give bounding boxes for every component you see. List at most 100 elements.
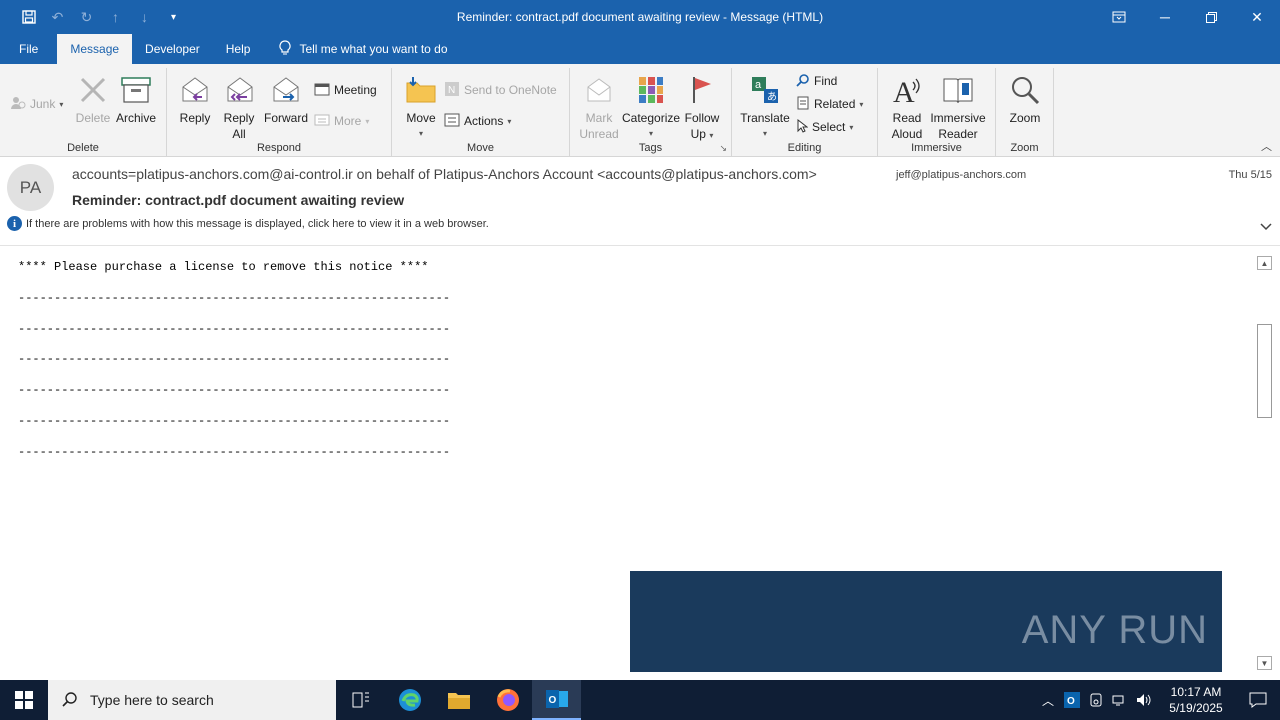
minimize-button[interactable]: ─ [1142, 0, 1188, 34]
title-bar: ↶ ↻ ↑ ↓ ▾ Reminder: contract.pdf documen… [0, 0, 1280, 34]
follow-up-button[interactable]: Follow Up ▾ [682, 70, 722, 144]
taskbar-search[interactable]: Type here to search [48, 680, 336, 720]
categorize-button[interactable]: Categorize ▾ [622, 70, 680, 142]
message-header: PA accounts=platipus-anchors.com@ai-cont… [0, 157, 1280, 246]
customize-qat-icon[interactable]: ▾ [159, 0, 188, 34]
redo-icon[interactable]: ↻ [72, 0, 101, 34]
zoom-icon [1002, 70, 1048, 110]
edge-browser-icon[interactable] [385, 680, 434, 720]
group-tags: Mark Unread Categorize ▾ Follow Up ▾ Tag… [570, 68, 732, 156]
svg-text:N: N [448, 85, 455, 96]
separator-line: ----------------------------------------… [18, 444, 451, 459]
find-button[interactable]: Find [796, 71, 837, 91]
task-view-icon[interactable] [336, 680, 385, 720]
archive-button[interactable]: Archive [114, 70, 158, 126]
tell-me-label: Tell me what you want to do [299, 42, 448, 56]
actions-icon [444, 113, 460, 130]
tab-message[interactable]: Message [57, 34, 133, 64]
group-label-immersive: Immersive [911, 142, 962, 154]
svg-text:あ: あ [767, 91, 777, 103]
sender[interactable]: accounts=platipus-anchors.com@ai-control… [72, 166, 817, 182]
collapse-ribbon-icon[interactable]: ︿ [1261, 138, 1272, 154]
tab-file[interactable]: File [0, 34, 57, 64]
undo-icon[interactable]: ↶ [43, 0, 72, 34]
svg-text:A: A [893, 76, 915, 106]
separator-line: ----------------------------------------… [18, 383, 451, 398]
categorize-icon [622, 70, 680, 110]
firefox-icon[interactable] [483, 680, 532, 720]
close-button[interactable]: ✕ [1234, 0, 1280, 34]
info-bar[interactable]: i If there are problems with how this me… [7, 216, 489, 231]
tags-dialog-launcher-icon[interactable]: ↘ [719, 143, 727, 154]
scroll-down-icon[interactable]: ▼ [1257, 656, 1272, 670]
previous-item-icon[interactable]: ↑ [101, 0, 130, 34]
message-subject: Reminder: contract.pdf document awaiting… [72, 192, 405, 208]
send-to-onenote-button[interactable]: N Send to OneNote [444, 80, 557, 100]
save-icon[interactable] [14, 0, 43, 34]
zoom-button[interactable]: Zoom [1002, 70, 1048, 126]
tell-me-search[interactable]: Tell me what you want to do [263, 34, 448, 64]
info-icon: i [7, 216, 22, 231]
show-hidden-icons-icon[interactable]: ︿ [1036, 680, 1060, 720]
avatar[interactable]: PA [7, 164, 54, 211]
next-item-icon[interactable]: ↓ [130, 0, 159, 34]
reply-all-button[interactable]: Reply All [219, 70, 259, 142]
search-placeholder: Type here to search [90, 692, 214, 708]
clock-date: 5/19/2025 [1169, 701, 1223, 715]
group-label-tags: Tags [638, 142, 663, 154]
outlook-taskbar-icon[interactable]: O [532, 680, 581, 720]
system-tray: ︿ O 10:17 AM 5/19/2025 [1036, 680, 1280, 720]
immersive-reader-button[interactable]: Immersive Reader [928, 70, 988, 142]
ribbon-tabs: File Message Developer Help Tell me what… [0, 34, 1280, 64]
scroll-thumb[interactable] [1257, 324, 1272, 418]
message-body: **** Please purchase a license to remove… [0, 246, 1256, 672]
group-label-move: Move [467, 142, 494, 154]
junk-button[interactable]: Junk ▾ [10, 94, 63, 114]
volume-icon[interactable] [1132, 680, 1156, 720]
file-explorer-icon[interactable] [434, 680, 483, 720]
recipient[interactable]: jeff@platipus-anchors.com [896, 169, 1026, 181]
tab-help[interactable]: Help [213, 34, 264, 64]
reply-button[interactable]: Reply [175, 70, 215, 126]
translate-button[interactable]: aあ Translate ▾ [738, 70, 792, 142]
delete-button[interactable]: Delete [72, 70, 114, 126]
received-date: Thu 5/15 [1228, 169, 1272, 181]
mark-unread-button[interactable]: Mark Unread [578, 70, 620, 142]
tab-developer[interactable]: Developer [132, 34, 213, 64]
notification-center-icon[interactable] [1236, 680, 1280, 720]
taskbar-clock[interactable]: 10:17 AM 5/19/2025 [1156, 684, 1236, 716]
archive-icon [114, 70, 158, 110]
immersive-reader-icon [928, 70, 988, 110]
reply-icon [175, 70, 215, 110]
device-icon[interactable] [1084, 680, 1108, 720]
related-icon [796, 96, 810, 113]
restore-button[interactable] [1188, 0, 1234, 34]
more-icon [314, 113, 330, 130]
ribbon: Junk ▾ Delete Archive Delete Reply Reply… [0, 64, 1280, 157]
group-delete: Junk ▾ Delete Archive Delete [0, 68, 167, 156]
ribbon-display-options-icon[interactable] [1096, 0, 1142, 34]
forward-button[interactable]: Forward [263, 70, 309, 126]
group-move: Move ▾ N Send to OneNote Actions ▾ Move [392, 68, 570, 156]
separator-line: ----------------------------------------… [18, 413, 451, 428]
windows-start-icon[interactable] [0, 680, 48, 720]
select-button[interactable]: Select ▾ [796, 117, 853, 137]
license-notice: **** Please purchase a license to remove… [18, 260, 429, 274]
actions-button[interactable]: Actions ▾ [444, 111, 511, 131]
vertical-scrollbar[interactable]: ▲ ▼ [1256, 254, 1273, 672]
network-icon[interactable] [1108, 680, 1132, 720]
group-label-zoom: Zoom [1010, 142, 1039, 154]
taskbar: Type here to search O ︿ O 10:17 AM 5/19/… [0, 680, 1280, 720]
reply-all-icon [219, 70, 259, 110]
flag-icon [682, 70, 722, 110]
svg-text:O: O [548, 695, 556, 706]
lightbulb-icon [279, 39, 291, 59]
scroll-up-icon[interactable]: ▲ [1257, 256, 1272, 270]
read-aloud-button[interactable]: A Read Aloud [886, 70, 928, 142]
outlook-tray-icon[interactable]: O [1060, 680, 1084, 720]
meeting-button[interactable]: Meeting [314, 80, 377, 100]
move-button[interactable]: Move ▾ [402, 70, 440, 142]
more-respond-button[interactable]: More ▾ [314, 111, 369, 131]
chevron-down-icon[interactable] [1260, 220, 1272, 234]
related-button[interactable]: Related ▾ [796, 94, 863, 114]
